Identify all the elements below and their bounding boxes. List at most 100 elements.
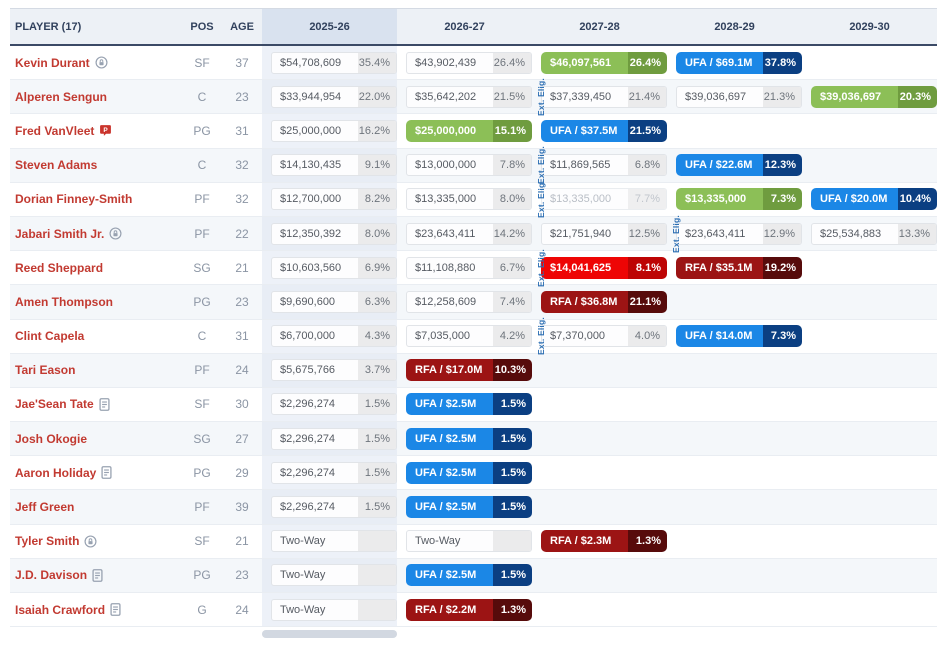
salary-value: Two-Way	[272, 600, 358, 620]
player-name-link[interactable]: Aaron Holiday	[15, 466, 96, 480]
trade-restriction-icon[interactable]	[95, 56, 108, 69]
cap-percent: 26.4%	[493, 53, 531, 73]
cap-percent: 1.5%	[358, 497, 396, 517]
column-header-s4[interactable]: 2029-30	[802, 9, 937, 44]
player-name-link[interactable]: Josh Okogie	[15, 432, 87, 446]
player-option-icon[interactable]: P	[99, 124, 112, 137]
column-header-s3[interactable]: 2028-29	[667, 9, 802, 44]
player-position: PF	[182, 183, 222, 216]
cap-percent: 12.9%	[763, 224, 801, 244]
season-cell-2025-26: $9,690,6006.3%	[262, 285, 397, 318]
table-header-row: PLAYER (17)POSAGE2025-262026-272027-2820…	[10, 8, 937, 46]
badge-label: UFA / $37.5M	[541, 120, 628, 142]
column-header-pos[interactable]: POS	[182, 9, 222, 44]
salary-cell: $7,370,0004.0%	[541, 325, 667, 347]
contract-note-icon[interactable]	[110, 603, 121, 616]
ufa-estimate-cell: UFA / $22.6M12.3%	[676, 154, 802, 176]
player-cell: Tari Eason	[10, 354, 182, 387]
salary-value: $7,370,000	[542, 326, 628, 346]
badge-label: RFA / $36.8M	[541, 291, 628, 313]
player-age: 29	[222, 456, 262, 489]
season-cell-2028-29: $39,036,69721.3%	[667, 80, 802, 113]
player-age: 27	[222, 422, 262, 455]
player-name-link[interactable]: J.D. Davison	[15, 568, 87, 582]
player-age: 22	[222, 217, 262, 250]
player-row: Amen ThompsonPG23$9,690,6006.3%$12,258,6…	[10, 285, 937, 319]
player-row: Alperen SengunC23$33,944,95422.0%$35,642…	[10, 80, 937, 114]
salary-cell: $6,700,0004.3%	[271, 325, 397, 347]
player-age: 23	[222, 285, 262, 318]
trade-restriction-icon[interactable]	[84, 535, 97, 548]
salary-cell: $13,000,0007.8%	[406, 154, 532, 176]
badge-label: UFA / $2.5M	[406, 496, 493, 518]
player-name-link[interactable]: Isaiah Crawford	[15, 603, 105, 617]
two-way-contract-cell: Two-Way	[271, 564, 397, 586]
salary-cell: $12,700,0008.2%	[271, 188, 397, 210]
column-header-s2[interactable]: 2027-28	[532, 9, 667, 44]
season-cell-2027-28	[532, 456, 667, 489]
player-name-link[interactable]: Alperen Sengun	[15, 90, 107, 104]
cap-percent: 10.4%	[898, 188, 937, 210]
player-cell: Kevin Durant	[10, 46, 182, 79]
player-name-link[interactable]: Dorian Finney-Smith	[15, 192, 132, 206]
player-row: Jeff GreenPF39$2,296,2741.5%UFA / $2.5M1…	[10, 490, 937, 524]
cap-percent	[358, 600, 396, 620]
cap-percent: 1.5%	[358, 463, 396, 483]
player-name-link[interactable]: Steven Adams	[15, 158, 97, 172]
season-cell-2027-28	[532, 388, 667, 421]
salary-cell: $37,339,45021.4%	[541, 86, 667, 108]
player-name-link[interactable]: Jabari Smith Jr.	[15, 227, 104, 241]
season-cell-2029-30	[802, 320, 937, 353]
player-name-link[interactable]: Kevin Durant	[15, 56, 90, 70]
badge-label: UFA / $2.5M	[406, 428, 493, 450]
contract-note-icon[interactable]	[101, 466, 112, 479]
column-header-age[interactable]: AGE	[222, 9, 262, 44]
season-cell-2029-30	[802, 46, 937, 79]
season-cell-2028-29: UFA / $22.6M12.3%	[667, 149, 802, 182]
column-header-player[interactable]: PLAYER (17)	[10, 9, 182, 44]
player-name-link[interactable]: Tyler Smith	[15, 534, 79, 548]
player-position: C	[182, 80, 222, 113]
column-header-s1[interactable]: 2026-27	[397, 9, 532, 44]
extension-eligible-label: Ext. Elig.	[536, 317, 546, 355]
salary-value: $21,751,940	[542, 224, 628, 244]
cap-percent: 12.3%	[763, 154, 802, 176]
player-position: PG	[182, 456, 222, 489]
cap-percent: 35.4%	[358, 53, 396, 73]
player-name-link[interactable]: Clint Capela	[15, 329, 84, 343]
player-cell: Aaron Holiday	[10, 456, 182, 489]
contract-note-icon[interactable]	[99, 398, 110, 411]
season-cell-2026-27: UFA / $2.5M1.5%	[397, 456, 532, 489]
player-name-link[interactable]: Reed Sheppard	[15, 261, 103, 275]
salary-cap-table: PLAYER (17)POSAGE2025-262026-272027-2820…	[10, 0, 937, 638]
player-age: 37	[222, 46, 262, 79]
season-cell-2027-28: Ext. Elig.$11,869,5656.8%	[532, 149, 667, 182]
column-header-s0[interactable]: 2025-26	[262, 9, 397, 44]
salary-cell: $12,350,3928.0%	[271, 223, 397, 245]
player-option-cell: $13,335,0007.3%	[676, 188, 802, 210]
contract-note-icon[interactable]	[92, 569, 103, 582]
cap-percent: 20.3%	[898, 86, 937, 108]
salary-value: Two-Way	[272, 565, 358, 585]
season-cell-2027-28: RFA / $2.3M1.3%	[532, 525, 667, 558]
player-position: PF	[182, 217, 222, 250]
player-cell: Dorian Finney-Smith	[10, 183, 182, 216]
season-cell-2026-27: RFA / $2.2M1.3%	[397, 593, 532, 626]
horizontal-scrollbar-thumb[interactable]	[262, 630, 397, 638]
player-position: PF	[182, 490, 222, 523]
season-cell-2025-26: $10,603,5606.9%	[262, 251, 397, 284]
extension-eligible-label: Ext. Elig.	[671, 215, 681, 253]
player-name-link[interactable]: Fred VanVleet	[15, 124, 94, 138]
player-name-link[interactable]: Tari Eason	[15, 363, 75, 377]
season-cell-2028-29: $13,335,0007.3%	[667, 183, 802, 216]
salary-value: $23,643,411	[677, 224, 763, 244]
season-cell-2025-26: $12,700,0008.2%	[262, 183, 397, 216]
player-position: PG	[182, 559, 222, 592]
cap-percent: 6.8%	[628, 155, 666, 175]
player-name-link[interactable]: Amen Thompson	[15, 295, 113, 309]
player-row: Jabari Smith Jr. PF22 $12,350,3928.0% $23,6…	[10, 217, 937, 251]
salary-value: $12,258,609	[407, 292, 493, 312]
player-name-link[interactable]: Jae'Sean Tate	[15, 397, 94, 411]
trade-restriction-icon[interactable]	[109, 227, 122, 240]
player-name-link[interactable]: Jeff Green	[15, 500, 74, 514]
